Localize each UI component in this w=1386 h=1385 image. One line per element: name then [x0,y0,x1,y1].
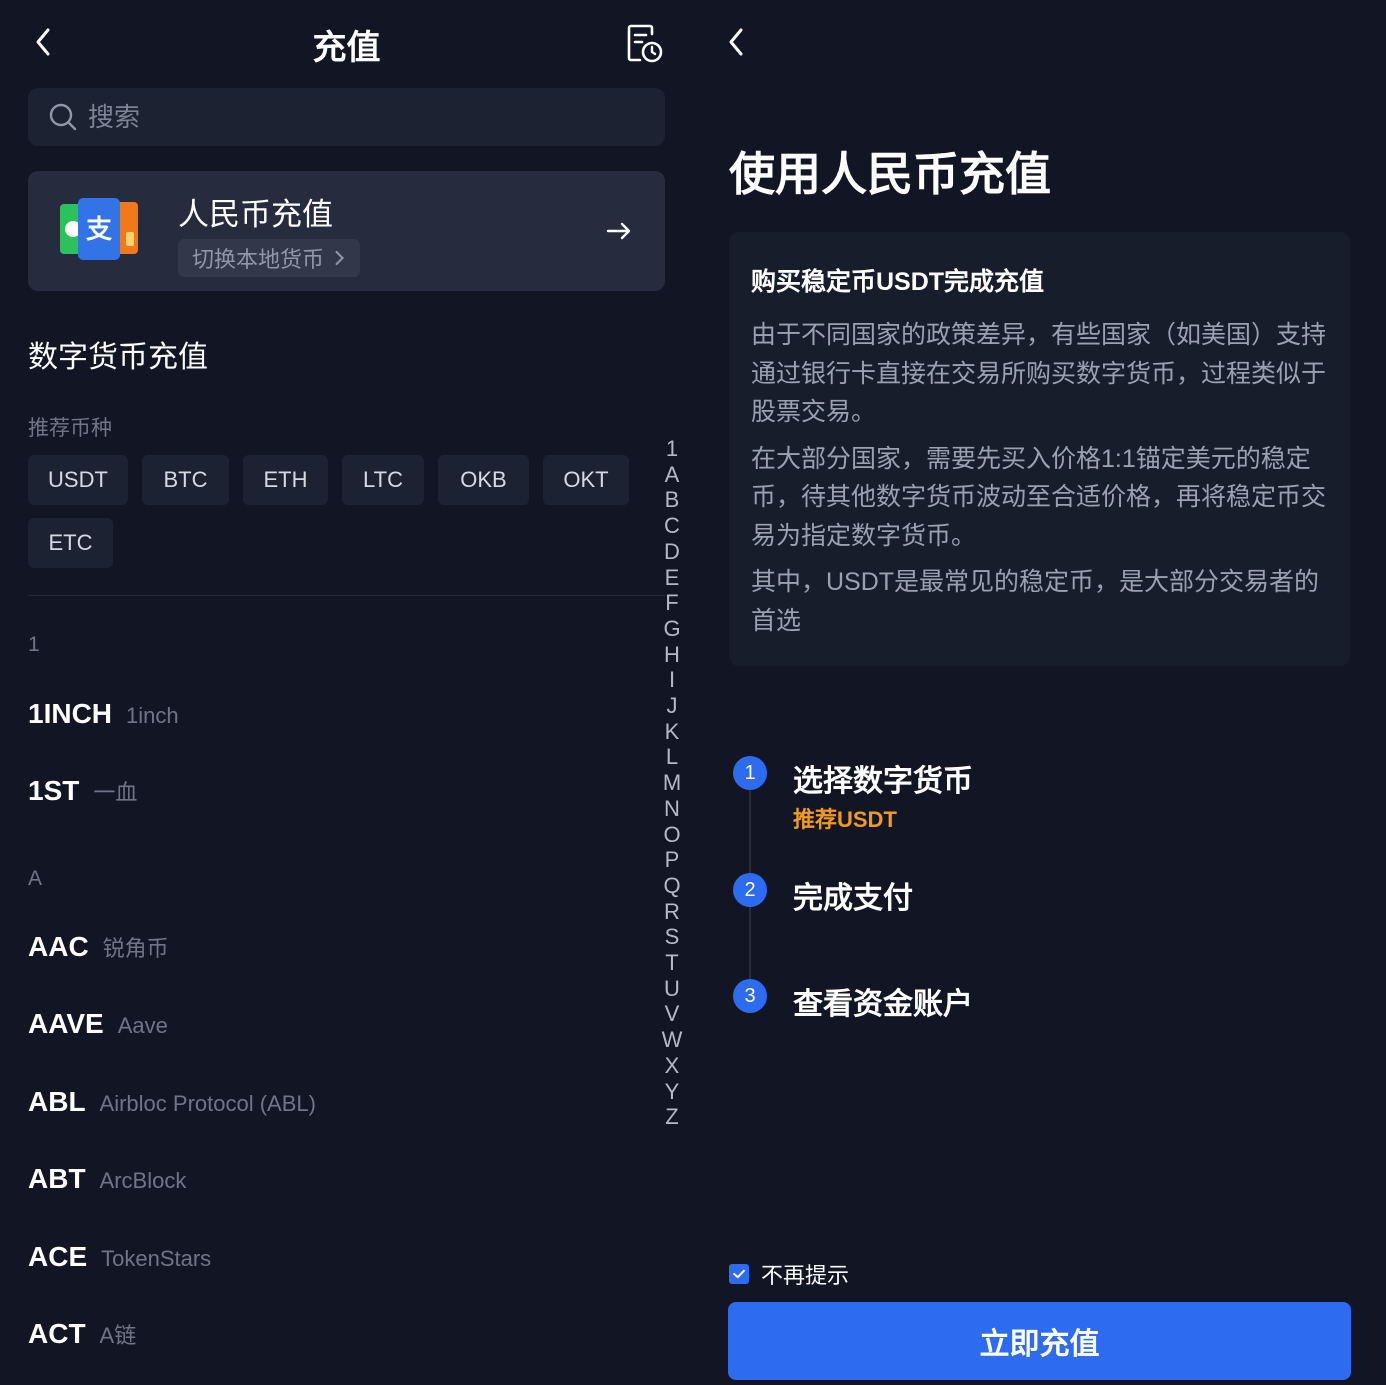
alphabet-index-letter[interactable]: V [665,1001,680,1027]
group-header: 1 [28,633,40,656]
alphabet-index-letter[interactable]: T [665,950,678,976]
deposit-panel: 充值 支 人民币充值 切换本地货币 [0,0,693,1385]
payment-app-icon: 支 [60,196,140,266]
info-paragraph: 其中，USDT是最常见的稳定币，是大部分交易者的首选 [751,568,1320,635]
coin-symbol: ACE [28,1241,88,1272]
coin-name: 一血 [93,780,138,805]
coin-chip[interactable]: ETC [28,518,113,568]
step-title: 完成支付 [793,882,913,915]
cny-deposit-guide-panel: 使用人民币充值 购买稳定币USDT完成充值 由于不同国家的政策差异，有些国家（如… [693,0,1386,1385]
alphabet-index-letter[interactable]: Y [665,1079,680,1105]
info-card: 购买稳定币USDT完成充值 由于不同国家的政策差异，有些国家（如美国）支持通过银… [729,232,1350,666]
info-paragraph: 在大部分国家，需要先买入价格1:1锚定美元的稳定币，待其他数字货币波动至合适价格… [751,444,1327,550]
alphabet-index[interactable]: 1ABCDEFGHIJKLMNOPQRSTUVWXYZ [659,436,685,1130]
switch-currency-label: 切换本地货币 [192,247,325,272]
alphabet-index-letter[interactable]: 1 [666,436,678,462]
coin-list-item[interactable]: ACE TokenStars [28,1241,211,1273]
alphabet-index-letter[interactable]: M [663,770,681,796]
coin-chip[interactable]: BTC [142,455,229,505]
coin-list-item[interactable]: 1INCH 1inch [28,698,179,730]
step-number-badge: 3 [733,979,767,1013]
search-input[interactable] [88,101,648,133]
history-record-icon[interactable] [622,22,666,66]
alphabet-index-letter[interactable]: N [664,796,680,822]
coin-name: A链 [99,1323,137,1348]
alphabet-index-letter[interactable]: P [665,847,680,873]
coin-list-item[interactable]: ABL Airbloc Protocol (ABL) [28,1086,316,1118]
alphabet-index-letter[interactable]: H [664,642,680,668]
alphabet-index-letter[interactable]: K [665,719,680,745]
coin-chip[interactable]: OKB [438,455,529,505]
search-bar[interactable] [28,88,665,146]
alphabet-index-letter[interactable]: O [663,822,680,848]
alphabet-index-letter[interactable]: Q [663,873,680,899]
coin-symbol: 1INCH [28,698,113,729]
fiat-deposit-title: 人民币充值 [178,197,333,232]
coin-list-item[interactable]: AAVE Aave [28,1008,168,1040]
coin-symbol: AAC [28,931,89,962]
coin-chip[interactable]: LTC [342,455,424,505]
coin-chip[interactable]: USDT [28,455,128,505]
coin-chip[interactable]: OKT [543,455,629,505]
section-title: 数字货币充值 [28,341,208,374]
coin-list-item[interactable]: AAC 锐角币 [28,931,169,963]
coin-name: Aave [117,1013,168,1038]
coin-name: 1inch [126,703,179,728]
alphabet-index-letter[interactable]: B [665,487,680,513]
step-title: 选择数字货币 [793,765,973,798]
step-title: 查看资金账户 [793,988,973,1021]
divider [28,595,665,596]
search-icon [49,103,77,131]
arrow-right-icon [604,216,634,246]
chevron-right-icon [335,250,345,266]
alphabet-index-letter[interactable]: I [669,667,675,693]
alphabet-index-letter[interactable]: E [665,565,680,591]
coin-symbol: ABT [28,1163,86,1194]
cny-deposit-card[interactable]: 支 人民币充值 切换本地货币 [28,171,665,291]
alphabet-index-letter[interactable]: G [663,616,680,642]
coin-symbol: ABL [28,1086,86,1117]
alphabet-index-letter[interactable]: A [665,462,680,488]
coin-symbol: ACT [28,1318,86,1349]
dont-remind-label: 不再提示 [761,1263,850,1288]
coin-symbol: 1ST [28,775,80,806]
step-number-badge: 1 [733,756,767,790]
coin-name: Airbloc Protocol (ABL) [99,1091,316,1116]
alphabet-index-letter[interactable]: R [664,899,680,925]
dont-remind-option[interactable]: 不再提示 [729,1258,849,1290]
deposit-now-button[interactable]: 立即充值 [728,1302,1351,1380]
checkbox-checked-icon[interactable] [729,1264,749,1284]
coin-chip[interactable]: ETH [243,455,328,505]
recommended-label: 推荐币种 [28,417,112,440]
alphabet-index-letter[interactable]: J [667,693,678,719]
coin-list-item[interactable]: 1ST 一血 [28,775,137,807]
svg-text:支: 支 [86,215,112,245]
coin-name: TokenStars [101,1246,212,1271]
coin-list-item[interactable]: ABT ArcBlock [28,1163,186,1195]
alphabet-index-letter[interactable]: Z [665,1104,678,1130]
info-heading: 购买稳定币USDT完成充值 [751,268,1045,296]
alphabet-index-letter[interactable]: U [664,976,680,1002]
alphabet-index-letter[interactable]: S [665,924,680,950]
alphabet-index-letter[interactable]: L [666,744,678,770]
coin-name: 锐角币 [102,936,169,961]
group-header: A [28,867,43,890]
step-number-badge: 2 [733,873,767,907]
page-title: 充值 [312,29,381,67]
coin-list-item[interactable]: ACT A链 [28,1318,136,1350]
step-hint: 推荐USDT [793,807,897,832]
coin-symbol: AAVE [28,1008,104,1039]
alphabet-index-letter[interactable]: D [664,539,680,565]
guide-title: 使用人民币充值 [729,148,1051,200]
info-paragraph: 由于不同国家的政策差异，有些国家（如美国）支持通过银行卡直接在交易所购买数字货币… [751,321,1327,426]
alphabet-index-letter[interactable]: F [665,590,678,616]
back-arrow-icon[interactable] [717,22,757,62]
alphabet-index-letter[interactable]: W [662,1027,683,1053]
coin-name: ArcBlock [99,1168,187,1193]
alphabet-index-letter[interactable]: C [664,513,680,539]
switch-currency-button[interactable]: 切换本地货币 [178,239,361,277]
alphabet-index-letter[interactable]: X [665,1053,680,1079]
